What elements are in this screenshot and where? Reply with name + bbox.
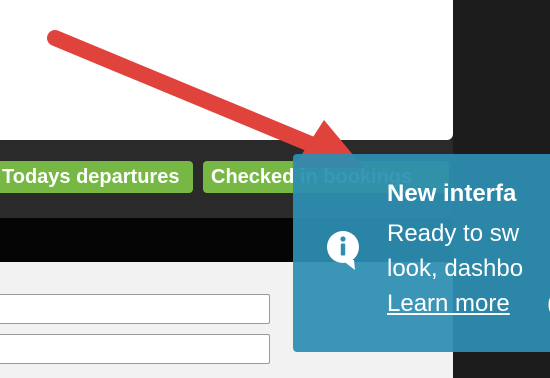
learn-more-link[interactable]: Learn more <box>387 290 510 318</box>
info-speech-bubble-icon <box>327 231 359 270</box>
text-input[interactable] <box>0 294 270 324</box>
text-input[interactable] <box>0 334 270 364</box>
notification-message-line: look, dashbo <box>387 255 524 282</box>
notification-toast[interactable]: New interfa Ready to sw look, dashbo Lea… <box>293 154 550 352</box>
content-panel <box>0 0 453 140</box>
notification-title: New interfa <box>387 180 517 207</box>
notification-message-line: Ready to sw <box>387 220 520 247</box>
todays-departures-button[interactable]: Todays departures <box>0 161 193 193</box>
